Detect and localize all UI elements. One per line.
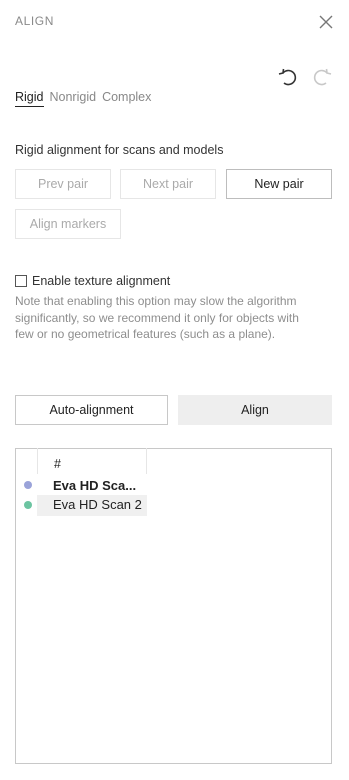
next-pair-button[interactable]: Next pair — [120, 169, 216, 199]
undo-icon[interactable] — [277, 66, 299, 88]
list-item[interactable]: Eva HD Sca... — [53, 478, 136, 493]
list-item[interactable]: Eva HD Scan 2 — [53, 497, 142, 512]
align-markers-button[interactable]: Align markers — [15, 209, 121, 239]
tab-nonrigid[interactable]: Nonrigid — [50, 90, 97, 107]
tab-complex[interactable]: Complex — [102, 90, 151, 107]
new-pair-button[interactable]: New pair — [226, 169, 332, 199]
panel-title: ALIGN — [15, 14, 55, 28]
texture-alignment-label[interactable]: Enable texture alignment — [32, 274, 170, 288]
mode-tabs: Rigid Nonrigid Complex — [15, 90, 157, 107]
close-icon[interactable] — [316, 12, 336, 32]
scan-color-dot — [24, 481, 32, 489]
texture-alignment-checkbox[interactable] — [15, 275, 27, 287]
tab-rigid[interactable]: Rigid — [15, 90, 44, 107]
prev-pair-button[interactable]: Prev pair — [15, 169, 111, 199]
redo-icon — [313, 68, 332, 86]
column-header-number[interactable]: # — [37, 448, 147, 474]
scan-color-dot — [24, 501, 32, 509]
rigid-alignment-heading: Rigid alignment for scans and models — [15, 143, 224, 157]
texture-alignment-note: Note that enabling this option may slow … — [15, 294, 299, 341]
auto-alignment-button[interactable]: Auto-alignment — [15, 395, 168, 425]
align-button[interactable]: Align — [178, 395, 332, 425]
